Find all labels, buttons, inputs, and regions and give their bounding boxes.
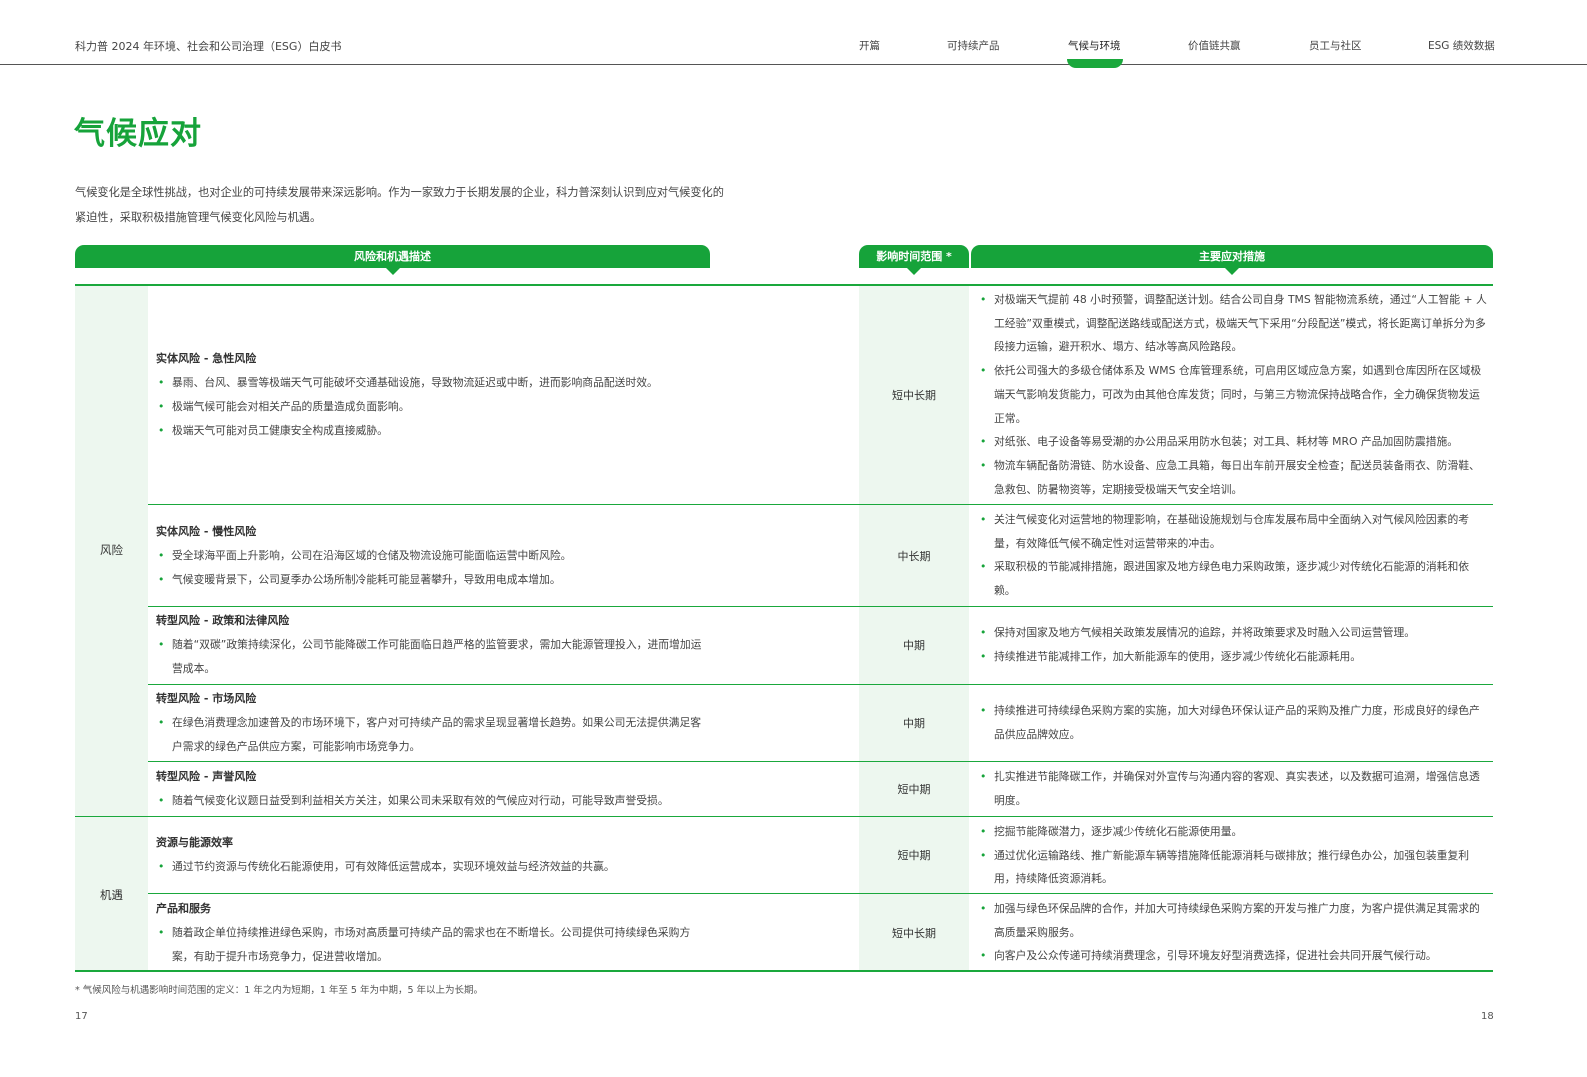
header-measures: 主要应对措施 [971, 245, 1493, 275]
row-reputation-risk-description: 转型风险 - 声誉风险 随着气候变化议题日益受到利益相关方关注，如果公司未采取有… [156, 765, 706, 813]
bullet-item: 随着政企单位持续推进绿色采购，市场对高质量可持续产品的需求也在不断增长。公司提供… [156, 921, 706, 969]
bullet-item: 保持对国家及地方气候相关政策发展情况的追踪，并将政策要求及时融入公司运营管理。 [978, 621, 1488, 645]
row-acute-risk-measures: 对极端天气提前 48 小时预警，调整配送计划。结合公司自身 TMS 智能物流系统… [978, 288, 1488, 501]
row-title: 实体风险 - 急性风险 [156, 352, 257, 365]
row-products-services-time: 短中长期 [892, 927, 936, 940]
row-products-services-description: 产品和服务 随着政企单位持续推进绿色采购，市场对高质量可持续产品的需求也在不断增… [156, 897, 706, 969]
bullet-item: 关注气候变化对运营地的物理影响，在基础设施规划与仓库发展布局中全面纳入对气候风险… [978, 508, 1488, 555]
row-title: 产品和服务 [156, 902, 211, 915]
row-market-risk-description: 转型风险 - 市场风险 在绿色消费理念加速普及的市场环境下，客户对可持续产品的需… [156, 687, 706, 759]
active-tab-indicator [1067, 59, 1123, 68]
row-acute-risk-description: 实体风险 - 急性风险 暴雨、台风、暴雪等极端天气可能破坏交通基础设施，导致物流… [156, 347, 706, 443]
header-time-range: 影响时间范围 * [859, 245, 969, 275]
row-divider [148, 684, 1493, 685]
bullet-item: 对纸张、电子设备等易受潮的办公用品采用防水包装；对工具、耗材等 MRO 产品加固… [978, 430, 1488, 454]
header-risk-opportunity: 风险和机遇描述 [75, 245, 710, 275]
category-risk: 风险 [100, 543, 123, 557]
row-divider [148, 504, 1493, 505]
page-title: 气候应对 [74, 116, 202, 152]
document-title: 科力普 2024 年环境、社会和公司治理（ESG）白皮书 [75, 40, 342, 53]
intro-paragraph: 气候变化是全球性挑战，也对企业的可持续发展带来深远影响。作为一家致力于长期发展的… [75, 186, 724, 224]
bullet-item: 依托公司强大的多级仓储体系及 WMS 仓库管理系统，可启用区域应急方案，如遇到仓… [978, 359, 1488, 430]
row-reputation-risk-measures: 扎实推进节能降碳工作，并确保对外宣传与沟通内容的客观、真实表述，以及数据可追溯，… [978, 765, 1488, 812]
page-number-left: 17 [75, 1011, 88, 1022]
row-divider [148, 606, 1493, 607]
row-divider [148, 761, 1493, 762]
row-title: 转型风险 - 政策和法律风险 [156, 614, 290, 627]
bullet-item: 气候变暖背景下，公司夏季办公场所制冷能耗可能显著攀升，导致用电成本增加。 [156, 568, 706, 592]
row-resource-efficiency-description: 资源与能源效率 通过节约资源与传统化石能源使用，可有效降低运营成本，实现环境效益… [156, 831, 706, 879]
bullet-item: 向客户及公众传递可持续消费理念，引导环境友好型消费选择，促进社会共同开展气候行动… [978, 944, 1488, 968]
row-resource-efficiency-measures: 挖掘节能降碳潜力，逐步减少传统化石能源使用量。 通过优化运输路线、推广新能源车辆… [978, 820, 1488, 891]
row-title: 转型风险 - 市场风险 [156, 692, 257, 705]
nav-tab-employees-community[interactable]: 员工与社区 [1309, 38, 1362, 53]
bullet-item: 加强与绿色环保品牌的合作，并加大可持续绿色采购方案的开发与推广力度，为客户提供满… [978, 897, 1488, 944]
page-number-right: 18 [1481, 1011, 1494, 1022]
bullet-item: 持续推进节能减排工作，加大新能源车的使用，逐步减少传统化石能源耗用。 [978, 645, 1488, 669]
bullet-item: 挖掘节能降碳潜力，逐步减少传统化石能源使用量。 [978, 820, 1488, 844]
bullet-item: 暴雨、台风、暴雪等极端天气可能破坏交通基础设施，导致物流延迟或中断，进而影响商品… [156, 371, 706, 395]
bullet-item: 随着气候变化议题日益受到利益相关方关注，如果公司未采取有效的气候应对行动，可能导… [156, 789, 706, 813]
row-reputation-risk-time: 短中期 [897, 783, 931, 796]
bullet-item: 持续推进可持续绿色采购方案的实施，加大对绿色环保认证产品的采购及推广力度，形成良… [978, 699, 1488, 746]
row-acute-risk-time: 短中长期 [892, 389, 936, 402]
row-title: 实体风险 - 慢性风险 [156, 525, 257, 538]
bullet-item: 通过节约资源与传统化石能源使用，可有效降低运营成本，实现环境效益与经济效益的共赢… [156, 855, 706, 879]
row-divider [148, 893, 1493, 894]
footnote: * 气候风险与机遇影响时间范围的定义：1 年之内为短期，1 年至 5 年为中期，… [75, 985, 484, 996]
bullet-item: 物流车辆配备防滑链、防水设备、应急工具箱，每日出车前开展安全检查；配送员装备雨衣… [978, 454, 1488, 501]
row-chronic-risk-measures: 关注气候变化对运营地的物理影响，在基础设施规划与仓库发展布局中全面纳入对气候风险… [978, 508, 1488, 603]
bullet-item: 在绿色消费理念加速普及的市场环境下，客户对可持续产品的需求呈现显著增长趋势。如果… [156, 711, 706, 759]
row-title: 转型风险 - 声誉风险 [156, 770, 257, 783]
bullet-item: 极端气候可能会对相关产品的质量造成负面影响。 [156, 395, 706, 419]
category-opportunity: 机遇 [100, 888, 123, 902]
nav-tab-climate-environment[interactable]: 气候与环境 [1068, 38, 1121, 53]
row-market-risk-measures: 持续推进可持续绿色采购方案的实施，加大对绿色环保认证产品的采购及推广力度，形成良… [978, 699, 1488, 746]
bullet-item: 采取积极的节能减排措施，跟进国家及地方绿色电力采购政策，逐步减少对传统化石能源的… [978, 555, 1488, 602]
row-products-services-measures: 加强与绿色环保品牌的合作，并加大可持续绿色采购方案的开发与推广力度，为客户提供满… [978, 897, 1488, 968]
row-title: 资源与能源效率 [156, 836, 233, 849]
row-chronic-risk-time: 中长期 [897, 550, 931, 563]
top-bar [0, 0, 1587, 65]
row-policy-risk-time: 中期 [903, 639, 925, 652]
nav-tab-esg-data[interactable]: ESG 绩效数据 [1428, 38, 1495, 53]
row-policy-risk-description: 转型风险 - 政策和法律风险 随着“双碳”政策持续深化，公司节能降碳工作可能面临… [156, 609, 706, 681]
row-market-risk-time: 中期 [903, 717, 925, 730]
bullet-item: 通过优化运输路线、推广新能源车辆等措施降低能源消耗与碳排放；推行绿色办公，加强包… [978, 844, 1488, 891]
category-column-shade [75, 286, 148, 971]
row-chronic-risk-description: 实体风险 - 慢性风险 受全球海平面上升影响，公司在沿海区域的仓储及物流设施可能… [156, 520, 706, 592]
bullet-item: 极端天气可能对员工健康安全构成直接威胁。 [156, 419, 706, 443]
bullet-item: 受全球海平面上升影响，公司在沿海区域的仓储及物流设施可能面临运营中断风险。 [156, 544, 706, 568]
row-resource-efficiency-time: 短中期 [897, 849, 931, 862]
table-bottom-border [75, 970, 1493, 972]
nav-tab-opening[interactable]: 开篇 [859, 38, 880, 53]
nav-tab-value-chain[interactable]: 价值链共赢 [1188, 38, 1241, 53]
section-divider [75, 816, 1493, 817]
bullet-item: 扎实推进节能降碳工作，并确保对外宣传与沟通内容的客观、真实表述，以及数据可追溯，… [978, 765, 1488, 812]
table-top-border [75, 284, 1493, 286]
bullet-item: 对极端天气提前 48 小时预警，调整配送计划。结合公司自身 TMS 智能物流系统… [978, 288, 1488, 359]
nav-tab-sustainable-products[interactable]: 可持续产品 [947, 38, 1000, 53]
bullet-item: 随着“双碳”政策持续深化，公司节能降碳工作可能面临日趋严格的监管要求，需加大能源… [156, 633, 706, 681]
row-policy-risk-measures: 保持对国家及地方气候相关政策发展情况的追踪，并将政策要求及时融入公司运营管理。 … [978, 621, 1488, 668]
